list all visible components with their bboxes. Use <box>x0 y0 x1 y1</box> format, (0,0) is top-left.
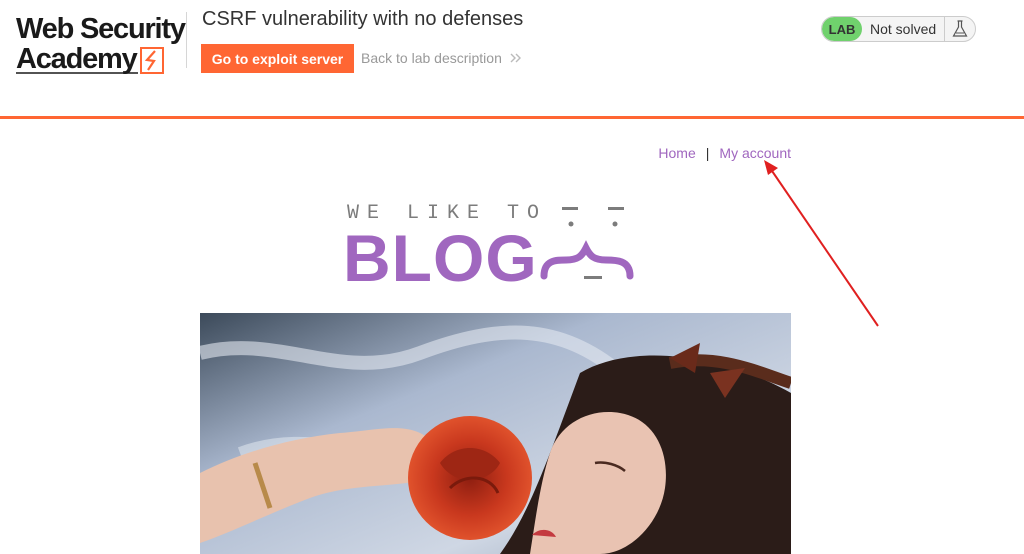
nav-my-account-link[interactable]: My account <box>719 145 791 161</box>
flask-icon <box>952 20 968 37</box>
web-security-academy-logo[interactable]: Web Security Academy <box>16 10 188 76</box>
logo-line2: Academy <box>16 43 138 75</box>
lab-status-pill: LAB <box>822 17 862 41</box>
blog-navigation: Home | My account <box>658 145 791 161</box>
blog-hero-image <box>200 313 791 554</box>
lab-status-text: Not solved <box>870 21 937 37</box>
double-chevron-right-icon <box>510 53 521 63</box>
flask-icon-container <box>944 17 975 41</box>
lightning-bracket-icon <box>140 47 164 74</box>
go-to-exploit-server-button[interactable]: Go to exploit server <box>201 44 354 73</box>
header-accent-bar <box>0 116 1024 119</box>
nav-separator: | <box>705 145 710 161</box>
lab-status-widget: LAB Not solved <box>821 16 976 42</box>
lab-title: CSRF vulnerability with no defenses <box>202 8 524 30</box>
blog-face-icon <box>540 207 634 280</box>
header-divider <box>186 12 187 68</box>
nav-home-link[interactable]: Home <box>658 145 695 161</box>
logo-line1: Web Security <box>16 13 186 45</box>
back-to-lab-description-link[interactable]: Back to lab description <box>361 50 522 66</box>
lab-header: Web Security Academy CSRF vulnerability … <box>0 0 1024 119</box>
back-link-label: Back to lab description <box>361 50 502 66</box>
